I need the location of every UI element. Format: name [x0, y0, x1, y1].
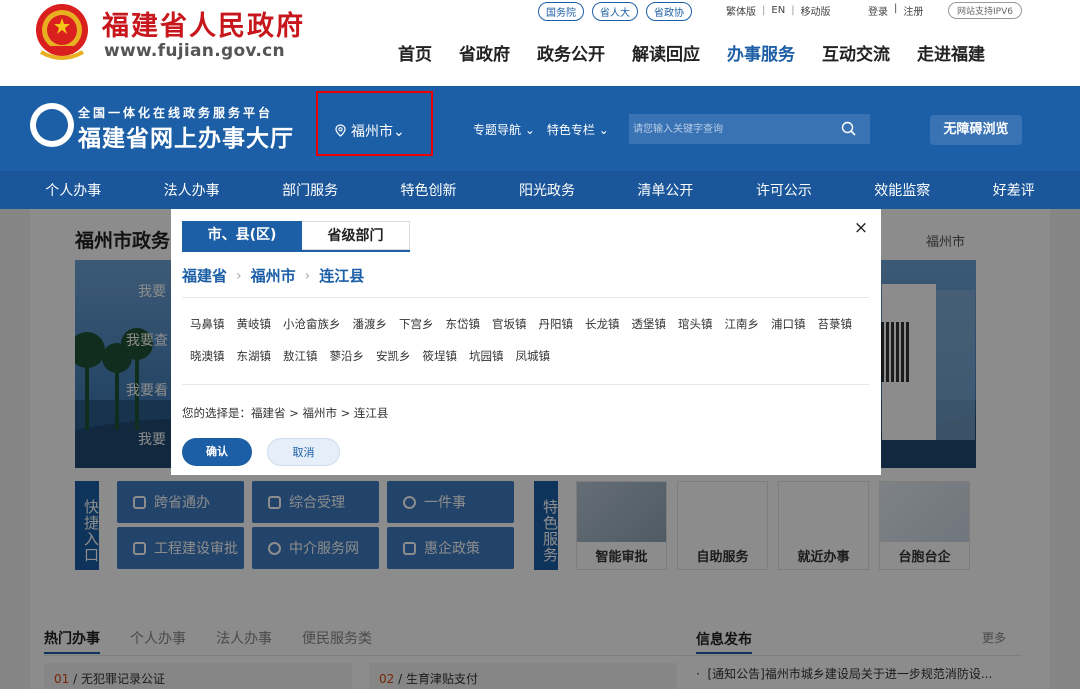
divider: [182, 384, 869, 385]
subnav-personal[interactable]: 个人办事: [45, 180, 101, 200]
nav-interaction[interactable]: 互动交流: [822, 40, 890, 65]
town-option[interactable]: 晓澳镇: [190, 349, 225, 364]
town-option[interactable]: 丹阳镇: [539, 317, 574, 332]
nav-services[interactable]: 办事服务: [727, 40, 795, 65]
town-option[interactable]: 马鼻镇: [190, 317, 225, 332]
nav-government-affairs[interactable]: 政务公开: [537, 40, 605, 65]
region-breadcrumb: 福建省 › 福州市 › 连江县: [182, 265, 364, 286]
mobile-version-link[interactable]: 移动版: [801, 3, 831, 18]
subnav-license-notice[interactable]: 许可公示: [756, 180, 812, 200]
city-selector[interactable]: 福州市⌄: [316, 91, 433, 156]
login-link[interactable]: 登录: [868, 3, 888, 18]
town-option[interactable]: 苔菉镇: [818, 317, 853, 332]
town-option[interactable]: 东湖镇: [237, 349, 272, 364]
top-link-provincial-congress[interactable]: 省人大: [592, 2, 638, 21]
chevron-right-icon: ›: [304, 267, 311, 284]
register-link[interactable]: 注册: [903, 3, 923, 18]
crumb-province[interactable]: 福建省: [182, 265, 227, 286]
english-link[interactable]: EN: [771, 5, 785, 16]
subnav-list-disclosure[interactable]: 清单公开: [637, 180, 693, 200]
nav-about-fujian[interactable]: 走进福建: [917, 40, 985, 65]
cancel-button[interactable]: 取消: [267, 438, 340, 466]
town-option[interactable]: 江南乡: [725, 317, 760, 332]
town-option[interactable]: 透堡镇: [632, 317, 667, 332]
town-option[interactable]: 蓼沿乡: [330, 349, 365, 364]
site-title[interactable]: 福建省人民政府: [102, 4, 305, 43]
subnav-department[interactable]: 部门服务: [282, 180, 338, 200]
search-input[interactable]: [633, 121, 833, 138]
tab-provincial-departments[interactable]: 省级部门: [302, 221, 410, 250]
town-option[interactable]: 官坂镇: [492, 317, 527, 332]
close-icon[interactable]: ×: [852, 219, 870, 237]
national-emblem-icon: [36, 4, 88, 60]
top-link-cppcc[interactable]: 省政协: [646, 2, 692, 21]
town-option[interactable]: 小沧畲族乡: [283, 317, 341, 332]
subnav-sunshine-affairs[interactable]: 阳光政务: [519, 180, 575, 200]
hall-menu: 专题导航 ⌄ 特色专栏 ⌄: [473, 121, 609, 138]
tab-city-county[interactable]: 市、县(区): [182, 221, 302, 250]
town-option[interactable]: 琯头镇: [678, 317, 713, 332]
nav-interpretation[interactable]: 解读回应: [632, 40, 700, 65]
top-util-links: 繁体版 | EN | 移动版: [726, 3, 831, 18]
town-option[interactable]: 筱埕镇: [423, 349, 458, 364]
service-sub-nav: 个人办事 法人办事 部门服务 特色创新 阳光政务 清单公开 许可公示 效能监察 …: [0, 171, 1080, 209]
town-option[interactable]: 黄岐镇: [237, 317, 272, 332]
nav-provincial-government[interactable]: 省政府: [459, 40, 510, 65]
tab-underline: [182, 250, 410, 252]
town-option[interactable]: 潘渡乡: [353, 317, 388, 332]
subnav-efficiency[interactable]: 效能监察: [874, 180, 930, 200]
city-selector-label: 福州市⌄: [351, 124, 405, 140]
chevron-down-icon: ⌄: [598, 123, 609, 137]
accessibility-button[interactable]: 无障碍浏览: [930, 115, 1022, 145]
chevron-right-icon: ›: [236, 267, 242, 284]
subnav-innovation[interactable]: 特色创新: [401, 180, 457, 200]
town-option[interactable]: 凤城镇: [516, 349, 551, 364]
subnav-legal-entity[interactable]: 法人办事: [164, 180, 220, 200]
town-option[interactable]: 下宫乡: [399, 317, 434, 332]
town-option[interactable]: 长龙镇: [585, 317, 620, 332]
town-option[interactable]: 敖江镇: [283, 349, 318, 364]
search-icon[interactable]: [840, 120, 858, 138]
location-pin-icon: [335, 124, 346, 137]
divider: |: [791, 5, 795, 16]
top-link-state-council[interactable]: 国务院: [538, 2, 584, 21]
online-hall-bar: 全国一体化在线政务服务平台 福建省网上办事大厅 福州市⌄ 专题导航 ⌄ 特色专栏…: [0, 86, 1080, 171]
divider: [182, 297, 869, 298]
featured-column-menu[interactable]: 特色专栏 ⌄: [547, 121, 609, 138]
subnav-rating[interactable]: 好差评: [993, 180, 1035, 200]
chevron-down-icon: ⌄: [393, 124, 405, 140]
site-url[interactable]: www.fujian.gov.cn: [104, 41, 285, 61]
topic-navigation-menu[interactable]: 专题导航 ⌄: [473, 121, 535, 138]
top-header: 福建省人民政府 www.fujian.gov.cn 国务院 省人大 省政协 繁体…: [0, 0, 1080, 86]
auth-links: 登录 | 注册: [868, 3, 923, 18]
town-option[interactable]: 坑园镇: [469, 349, 504, 364]
ipv6-badge: 网站支持IPV6: [948, 2, 1022, 19]
crumb-county[interactable]: 连江县: [319, 265, 364, 286]
divider: |: [762, 5, 766, 16]
top-links: 国务院 省人大 省政协: [538, 2, 692, 21]
hall-search-box: [629, 114, 870, 144]
divider: |: [894, 3, 898, 14]
confirm-button[interactable]: 确认: [182, 438, 252, 466]
town-option[interactable]: 安凯乡: [376, 349, 411, 364]
selection-summary: 您的选择是：福建省 > 福州市 > 连江县: [182, 406, 389, 420]
main-nav: 首页 省政府 政务公开 解读回应 办事服务 互动交流 走进福建: [398, 40, 985, 65]
town-list: 马鼻镇 黄岐镇 小沧畲族乡 潘渡乡 下宫乡 东岱镇 官坂镇 丹阳镇 长龙镇 透堡…: [190, 317, 862, 364]
chevron-down-icon: ⌄: [524, 123, 535, 137]
town-option[interactable]: 浦口镇: [771, 317, 806, 332]
hall-title[interactable]: 福建省网上办事大厅: [78, 119, 294, 153]
crumb-city[interactable]: 福州市: [251, 265, 296, 286]
town-option[interactable]: 东岱镇: [446, 317, 481, 332]
nav-home[interactable]: 首页: [398, 40, 432, 65]
hall-logo-icon: [30, 103, 74, 147]
traditional-chinese-link[interactable]: 繁体版: [726, 3, 756, 18]
